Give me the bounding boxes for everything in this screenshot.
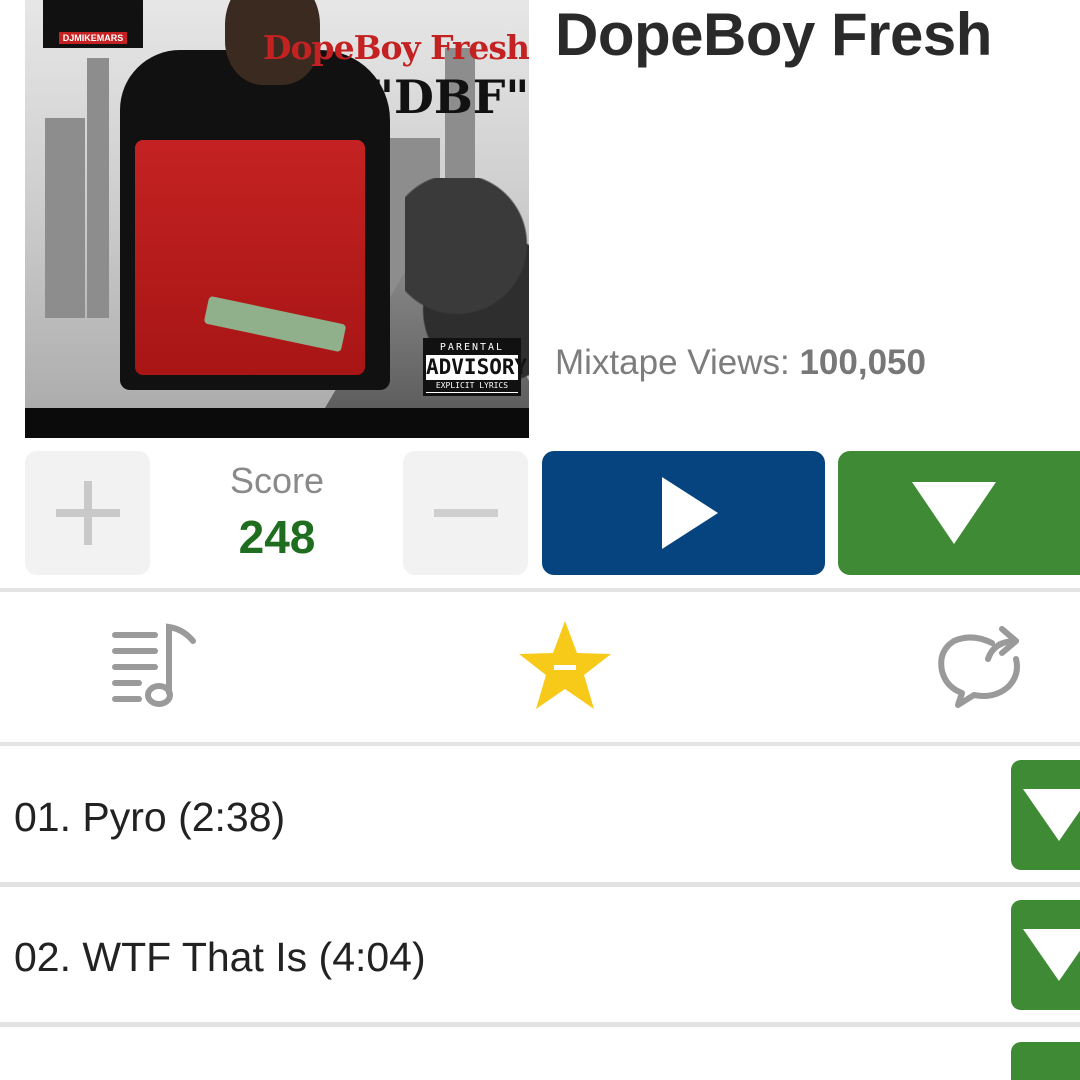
download-icon bbox=[1023, 789, 1080, 841]
cover-dj-badge: DJMIKEMARS bbox=[43, 0, 143, 48]
cover-dj-badge-text: DJMIKEMARS bbox=[58, 32, 128, 44]
plus-icon-bar bbox=[83, 481, 92, 545]
download-icon bbox=[1023, 929, 1080, 981]
cover-album-text: "DBF" bbox=[370, 70, 529, 124]
row-divider bbox=[0, 1022, 1080, 1027]
track-title[interactable]: 02. WTF That Is (4:04) bbox=[14, 934, 426, 981]
parental-advisory-label: PARENTAL ADVISORY EXPLICIT LYRICS bbox=[423, 338, 528, 396]
track-download-button[interactable] bbox=[1011, 1042, 1080, 1080]
play-icon bbox=[661, 477, 718, 549]
download-mixtape-button[interactable] bbox=[838, 451, 1080, 575]
track-row[interactable]: 02. WTF That Is (4:04) bbox=[0, 888, 1080, 1026]
plus-icon bbox=[55, 481, 120, 545]
divider bbox=[0, 742, 1080, 746]
score-label: Score bbox=[229, 460, 325, 501]
row-divider bbox=[0, 882, 1080, 887]
cover-building bbox=[87, 58, 109, 318]
views-label: Mixtape Views: bbox=[555, 343, 790, 382]
cover-building bbox=[45, 118, 85, 318]
advisory-top-text: PARENTAL bbox=[426, 341, 518, 355]
tab-share[interactable] bbox=[925, 610, 1035, 720]
track-download-button[interactable] bbox=[1011, 760, 1080, 870]
download-icon bbox=[912, 482, 996, 544]
score-display: Score 248 bbox=[170, 460, 384, 564]
album-cover: DJMIKEMARS DopeBoy Fresh "DBF" PARENTAL … bbox=[25, 0, 529, 438]
star-icon bbox=[519, 621, 611, 709]
downvote-button[interactable] bbox=[403, 451, 528, 575]
minus-icon bbox=[433, 509, 498, 517]
artist-title: DopeBoy Fresh bbox=[555, 1, 992, 68]
play-button[interactable] bbox=[542, 451, 825, 575]
advisory-main-text: ADVISORY bbox=[426, 355, 528, 379]
share-icon bbox=[938, 626, 1020, 708]
views-value: 100,050 bbox=[799, 343, 926, 382]
tab-favorite[interactable] bbox=[510, 610, 620, 720]
tracklist-icon bbox=[112, 623, 196, 707]
track-download-button[interactable] bbox=[1011, 900, 1080, 1010]
track-title[interactable]: 01. Pyro (2:38) bbox=[14, 794, 285, 841]
score-value: 248 bbox=[238, 511, 316, 563]
divider bbox=[0, 588, 1080, 592]
mixtape-views: Mixtape Views: 100,050 bbox=[555, 343, 926, 383]
tab-tracklist[interactable] bbox=[100, 610, 210, 720]
advisory-bottom-text: EXPLICIT LYRICS bbox=[426, 380, 518, 392]
cover-artist-text: DopeBoy Fresh bbox=[262, 28, 529, 67]
cover-bottom-strip bbox=[25, 408, 529, 438]
upvote-button[interactable] bbox=[25, 451, 150, 575]
track-row[interactable]: 01. Pyro (2:38) bbox=[0, 748, 1080, 886]
